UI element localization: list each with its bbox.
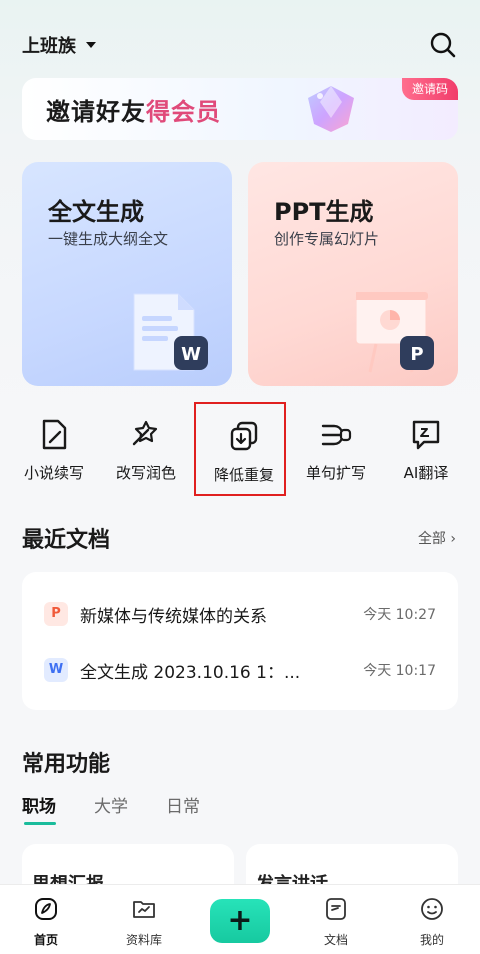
nav-home[interactable]: 首页 [6,891,86,951]
tool-sentence-expand[interactable]: 单句扩写 [288,402,384,498]
nav-library[interactable]: 资料库 [104,891,184,951]
search-icon[interactable] [430,32,456,58]
recent-docs-title: 最近文档 [22,528,111,553]
ai-translate-icon [412,420,440,450]
presentation-board-icon: P [356,292,434,373]
tool-label: 小说续写 [23,464,84,482]
card-subtitle: 一键生成大纲全文 [48,230,169,248]
tool-label: 降低重复 [213,466,274,484]
tool-label: 改写润色 [115,464,176,482]
reduce-duplicate-icon [230,421,258,451]
tool-row: 小说续写 改写润色 降低重复 单句扩写 AI翻译 [0,402,480,498]
card-subtitle: 创作专属幻灯片 [274,230,380,248]
doc-name: 新媒体与传统媒体的关系 [80,607,267,627]
ppt-file-icon: P [44,602,68,626]
profile-name: 上班族 [22,36,76,57]
nav-documents[interactable]: 文档 [296,891,376,951]
bottom-nav: 首页 资料库 + 文档 我的 [0,884,480,954]
invite-code-badge[interactable]: 邀请码 [401,78,458,100]
tab-university[interactable]: 大学 [94,792,128,817]
tab-workplace[interactable]: 职场 [22,792,56,825]
nav-label: 我的 [419,933,444,947]
tool-label: 单句扩写 [305,464,366,482]
nav-label: 文档 [323,933,348,947]
view-all-link[interactable]: 全部 › [418,528,456,548]
chevron-right-icon: › [450,531,456,547]
sentence-expand-icon [321,424,352,446]
profile-switcher[interactable]: 上班族 [22,32,96,58]
gem-icon [308,86,354,132]
tab-daily[interactable]: 日常 [166,792,200,817]
library-icon [133,901,155,918]
doc-time: 今天 10:27 [363,607,436,623]
rewrite-polish-icon [132,420,158,446]
home-icon [35,898,57,920]
nav-label: 资料库 [125,933,162,947]
common-functions-title: 常用功能 [22,752,111,777]
chevron-down-icon [86,42,96,48]
tool-rewrite-polish[interactable]: 改写润色 [98,402,194,498]
list-item[interactable]: W 全文生成 2023.10.16 1：... 今天 10:17 [22,644,458,694]
banner-text: 邀请好友得会员 [46,92,221,127]
view-all-label: 全部 [417,531,446,547]
plus-icon: + [227,903,253,938]
nav-label: 首页 [33,933,58,947]
tool-novel-continue[interactable]: 小说续写 [6,402,102,498]
doc-name: 全文生成 2023.10.16 1：... [80,663,301,683]
doc-time: 今天 10:17 [363,663,436,679]
tool-label: AI翻译 [403,464,449,482]
home-page: 上班族 邀请好友得会员 邀请码 全文生成 一键生成大纲全文 W PPT生成 创作… [0,0,480,954]
nav-profile[interactable]: 我的 [392,891,472,951]
banner-text-member: 得会员 [146,98,221,126]
recent-docs-list: P 新媒体与传统媒体的关系 今天 10:27 W 全文生成 2023.10.16… [22,572,458,710]
list-item[interactable]: P 新媒体与传统媒体的关系 今天 10:27 [22,588,458,638]
word-document-icon: W [133,293,208,371]
tool-ai-translate[interactable]: AI翻译 [378,402,474,498]
create-button[interactable]: + [210,899,270,943]
banner-text-invite: 邀请好友 [46,98,146,126]
function-tabs: 职场 大学 日常 [22,792,200,825]
card-title: 全文生成 [48,198,144,226]
card-badge-letter: W [181,344,201,365]
profile-icon [421,898,443,920]
full-text-generation-card[interactable]: 全文生成 一键生成大纲全文 W [22,162,232,386]
tool-reduce-duplicate[interactable]: 降低重复 [194,402,286,496]
invite-banner[interactable]: 邀请好友得会员 邀请码 [22,78,458,140]
card-title: PPT生成 [274,198,374,226]
word-file-icon: W [44,658,68,682]
ppt-generation-card[interactable]: PPT生成 创作专属幻灯片 P [248,162,458,386]
document-icon [326,898,346,920]
header: 上班族 [0,0,480,74]
novel-continue-icon [42,419,67,450]
card-badge-letter: P [410,344,423,365]
